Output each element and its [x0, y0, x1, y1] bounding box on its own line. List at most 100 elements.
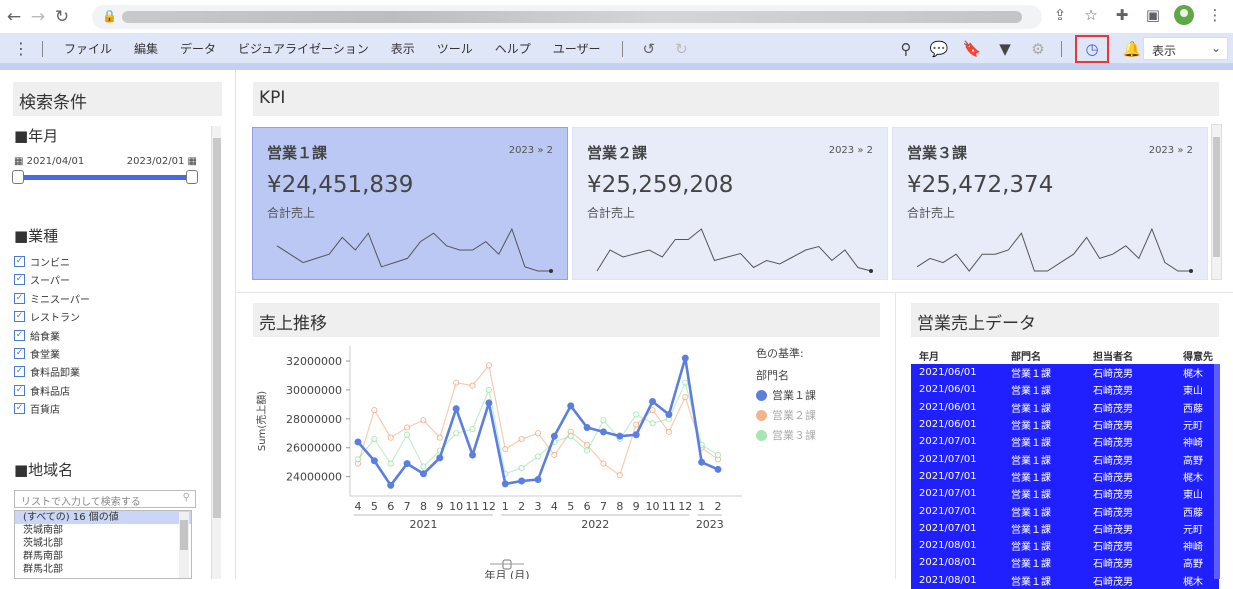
series-2-point[interactable]	[649, 407, 656, 414]
table-row[interactable]: 2021/06/01 営業１課 石崎茂男 元町	[911, 415, 1219, 434]
series-1-point[interactable]	[469, 451, 477, 459]
series-3-point[interactable]	[453, 430, 460, 437]
series-2-point[interactable]	[420, 417, 427, 424]
industry-checkbox-item[interactable]: ✓ 百貨店	[14, 401, 60, 416]
series-1-point[interactable]	[452, 405, 460, 413]
menu-view[interactable]: 表示	[380, 40, 426, 57]
series-1-point[interactable]	[632, 431, 640, 439]
checkbox-checked[interactable]: ✓	[14, 348, 25, 359]
region-listbox[interactable]: (すべての) 16 個の値 茨城南部 茨城北部 群馬南部 群馬北部	[14, 510, 192, 579]
series-2-point[interactable]	[453, 379, 460, 386]
forward-icon[interactable]: →	[26, 7, 50, 27]
series-line-3[interactable]	[357, 380, 719, 475]
region-list-item[interactable]: 茨城北部	[15, 537, 191, 550]
filter-icon[interactable]: ▼	[995, 40, 1015, 58]
series-2-point[interactable]	[534, 430, 542, 437]
series-3-point[interactable]	[583, 447, 591, 454]
kpi-card[interactable]: 営業１課 2023 » 2 ¥24,451,839 合計売上	[252, 127, 568, 280]
series-2-point[interactable]	[633, 421, 640, 428]
kpi-card-pager[interactable]: 2023 » 2	[829, 145, 873, 156]
series-2-point[interactable]	[485, 362, 493, 369]
table-row[interactable]: 2021/08/01 営業１課 石崎茂男 梶木	[911, 571, 1219, 589]
series-2-point[interactable]	[616, 472, 623, 479]
series-3-point[interactable]	[649, 420, 656, 427]
series-1-point[interactable]	[436, 454, 444, 462]
checkbox-checked[interactable]: ✓	[14, 384, 25, 396]
series-1-point[interactable]	[501, 480, 509, 488]
star-icon[interactable]: ☆	[1081, 6, 1101, 24]
gear-icon[interactable]: ⚙	[1028, 40, 1048, 58]
table-header-cell[interactable]: 得意先	[1183, 348, 1219, 363]
series-1-point[interactable]	[599, 428, 607, 436]
comment-icon[interactable]: 💬	[929, 40, 949, 58]
checkbox-checked[interactable]: ✓	[14, 403, 25, 415]
history-icon[interactable]: ◷	[1075, 35, 1109, 63]
series-line-1[interactable]	[357, 357, 719, 488]
share-icon[interactable]: ⇪	[1050, 6, 1070, 24]
table-row[interactable]: 2021/07/01 営業１課 石崎茂男 神崎	[911, 433, 1219, 451]
menu-user[interactable]: ユーザー	[542, 40, 612, 57]
checkbox-checked[interactable]: ✓	[14, 311, 25, 323]
industry-checkbox-item[interactable]: ✓ 食料品店	[14, 383, 70, 398]
profile-avatar[interactable]	[1174, 5, 1194, 25]
region-search-input[interactable]: リストで入力して検索する ⚲	[14, 490, 196, 508]
table-header-cell[interactable]: 部門名	[1003, 348, 1093, 363]
table-row[interactable]: 2021/07/01 営業１課 石崎茂男 高野	[911, 450, 1219, 468]
region-list-scrollbar[interactable]	[179, 512, 189, 578]
filter-panel-scrollbar[interactable]	[211, 126, 221, 579]
series-1-point[interactable]	[403, 460, 411, 468]
series-3-point[interactable]	[420, 463, 427, 470]
series-2-point[interactable]	[518, 435, 525, 443]
display-select[interactable]: 表示 ⌄	[1143, 37, 1228, 60]
menu-help[interactable]: ヘルプ	[484, 40, 542, 57]
reload-icon[interactable]: ↻	[50, 7, 74, 27]
series-3-point[interactable]	[714, 451, 722, 459]
kpi-card-pager[interactable]: 2023 » 2	[509, 145, 553, 156]
legend-item[interactable]: 営業３課	[756, 427, 816, 443]
table-header-cell[interactable]: 担当者名	[1093, 348, 1183, 363]
kebab-menu-icon[interactable]: ⋮	[1205, 6, 1225, 24]
region-list-item[interactable]: (すべての) 16 個の値	[15, 511, 191, 524]
sales-trend-chart[interactable]: 24000000 26000000 28000000 30000000 32000000…	[250, 340, 750, 579]
series-1-point[interactable]	[419, 470, 427, 478]
table-row[interactable]: 2021/06/01 営業１課 石崎茂男 東山	[911, 381, 1219, 399]
end-date[interactable]: 2023/02/01	[127, 156, 185, 167]
address-bar[interactable]: 🔒	[92, 5, 1042, 29]
series-1-point[interactable]	[665, 410, 673, 418]
calendar-icon[interactable]: ▦	[14, 156, 23, 167]
industry-checkbox-item[interactable]: ✓ ミニスーパー	[14, 291, 90, 306]
series-3-point[interactable]	[682, 379, 689, 386]
series-1-point[interactable]	[550, 432, 558, 440]
series-3-point[interactable]	[518, 464, 525, 472]
kpi-card[interactable]: 営業２課 2023 » 2 ¥25,259,208 合計売上	[572, 127, 888, 280]
series-1-point[interactable]	[354, 438, 362, 446]
menu-edit[interactable]: 編集	[123, 40, 169, 57]
table-row[interactable]: 2021/06/01 営業１課 石崎茂男 西藤	[911, 398, 1219, 416]
search-icon[interactable]: ⚲	[896, 40, 916, 58]
table-row[interactable]: 2021/07/01 営業１課 石崎茂男 東山	[911, 485, 1219, 503]
industry-checkbox-item[interactable]: ✓ 食堂業	[14, 346, 60, 361]
series-3-point[interactable]	[354, 456, 362, 463]
checkbox-checked[interactable]: ✓	[14, 292, 25, 304]
industry-checkbox-item[interactable]: ✓ 食料品卸業	[14, 364, 80, 379]
series-1-point[interactable]	[583, 424, 591, 432]
series-3-point[interactable]	[469, 425, 476, 433]
table-row[interactable]: 2021/06/01 営業１課 石崎茂男 梶木	[911, 364, 1219, 382]
series-1-point[interactable]	[387, 481, 395, 489]
undo-icon[interactable]: ↺	[633, 40, 666, 58]
menu-tools[interactable]: ツール	[426, 40, 484, 57]
region-list-item[interactable]: 群馬北部	[15, 563, 191, 576]
series-2-point[interactable]	[436, 434, 443, 441]
series-2-point[interactable]	[371, 407, 378, 414]
region-list-item[interactable]: 群馬南部	[15, 550, 191, 563]
table-row[interactable]: 2021/08/01 営業１課 石崎茂男 高野	[911, 554, 1219, 572]
series-2-point[interactable]	[600, 460, 607, 467]
back-icon[interactable]: ←	[2, 7, 26, 27]
start-date[interactable]: 2021/04/01	[27, 156, 85, 167]
series-3-point[interactable]	[485, 386, 493, 394]
series-1-point[interactable]	[518, 477, 526, 485]
series-3-point[interactable]	[371, 435, 378, 443]
series-3-point[interactable]	[633, 411, 640, 418]
series-1-point[interactable]	[681, 354, 689, 362]
table-scrollbar[interactable]	[1214, 364, 1220, 579]
